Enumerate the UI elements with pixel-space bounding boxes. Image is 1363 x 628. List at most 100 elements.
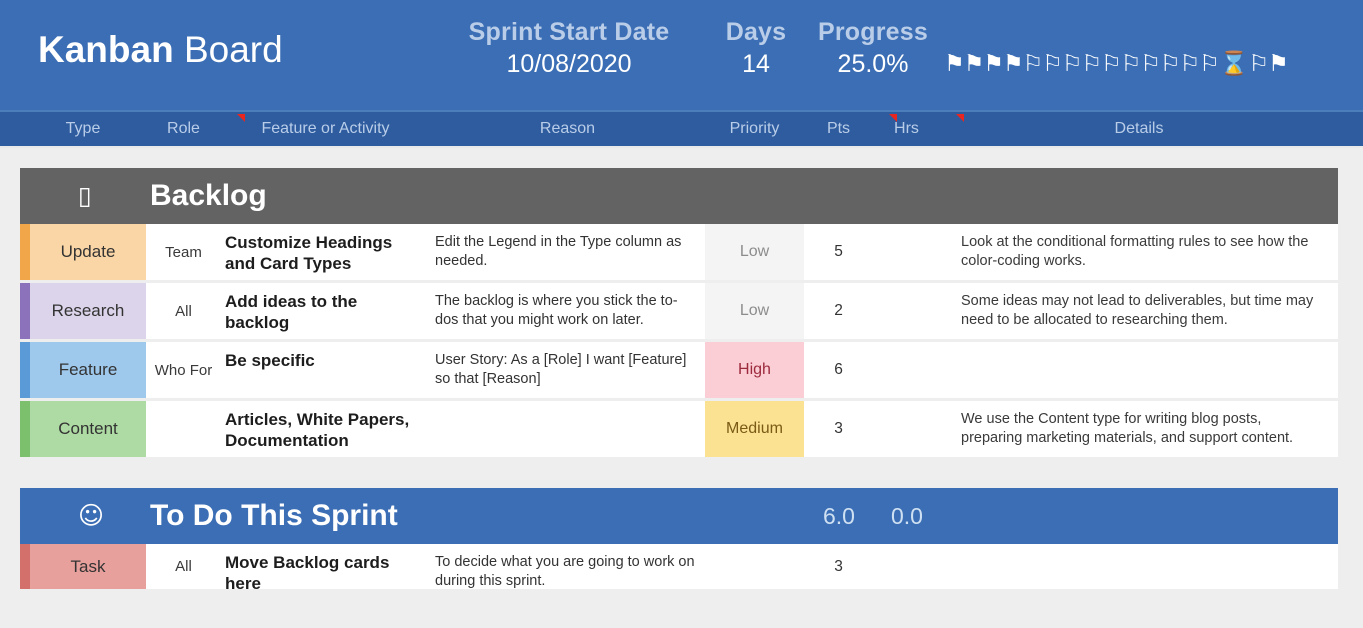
section-todo: ☺ To Do This Sprint 6.0 0.0 Task All Move Back… bbox=[20, 488, 1338, 589]
app-title-light: Board bbox=[183, 29, 283, 70]
card-type-cell[interactable]: Update bbox=[20, 224, 146, 280]
card-pts-cell[interactable]: 3 bbox=[804, 401, 873, 457]
card-row[interactable]: Feature Who For Be specific User Story: As … bbox=[20, 342, 1338, 401]
card-row[interactable]: Update Team Customize Headings and Card Ty… bbox=[20, 224, 1338, 283]
section-header-backlog[interactable]: ▯ Backlog bbox=[20, 168, 1338, 224]
column-header-role[interactable]: Role bbox=[146, 112, 221, 146]
card-feature-cell[interactable]: Move Backlog cards here bbox=[221, 544, 430, 589]
missing-glyph-icon: ▯ bbox=[78, 181, 92, 210]
card-feature-cell[interactable]: Customize Headings and Card Types bbox=[221, 224, 430, 280]
card-feature-cell[interactable]: Add ideas to the backlog bbox=[221, 283, 430, 339]
card-details-cell[interactable] bbox=[940, 342, 1338, 398]
card-type-cell[interactable]: Task bbox=[20, 544, 146, 589]
section-header-todo[interactable]: ☺ To Do This Sprint 6.0 0.0 bbox=[20, 488, 1338, 544]
card-details-cell[interactable] bbox=[940, 544, 1338, 589]
card-details-cell[interactable]: Look at the conditional formatting rules… bbox=[940, 224, 1338, 280]
days-kpi: Days 14 bbox=[700, 18, 812, 79]
card-pts-cell[interactable]: 3 bbox=[804, 544, 873, 589]
checkered-flag-icon: ⚐⚑ bbox=[1248, 51, 1288, 77]
progress-flag-empty: ⚐ bbox=[1159, 51, 1181, 77]
card-reason-cell[interactable] bbox=[430, 401, 705, 457]
app-title-strong: Kanban bbox=[38, 29, 174, 70]
sprint-start-date-kpi: Sprint Start Date 10/08/2020 bbox=[438, 18, 700, 79]
section-title: To Do This Sprint bbox=[150, 499, 398, 532]
progress-flag-bar: ⚑ ⚑ ⚑ ⚑ ⚐ ⚐ ⚐ ⚐ ⚐ ⚐ ⚐ ⚐ ⚐ ⚐ ⌛ ⚐⚑ bbox=[944, 47, 1289, 81]
card-hrs-cell[interactable] bbox=[873, 544, 940, 589]
progress-flag-empty: ⚐ bbox=[1101, 51, 1122, 77]
section-hrs-total: 0.0 bbox=[891, 503, 923, 529]
card-details-cell[interactable]: We use the Content type for writing blog… bbox=[940, 401, 1338, 457]
progress-flag-empty: ⚐ bbox=[1081, 51, 1102, 77]
card-priority-cell[interactable] bbox=[705, 544, 804, 589]
card-type-cell[interactable]: Feature bbox=[20, 342, 146, 398]
section-pts-total: 6.0 bbox=[823, 503, 855, 529]
days-value[interactable]: 14 bbox=[700, 50, 812, 79]
progress-flag-filled: ⚑ bbox=[1002, 51, 1024, 77]
hourglass-icon: ⌛ bbox=[1219, 51, 1249, 77]
card-reason-cell[interactable]: To decide what you are going to work on … bbox=[430, 544, 705, 589]
card-hrs-cell[interactable] bbox=[873, 224, 940, 280]
card-details-cell[interactable]: Some ideas may not lead to deliverables,… bbox=[940, 283, 1338, 339]
progress-flag-empty: ⚐ bbox=[1120, 51, 1142, 77]
section-pts-total bbox=[804, 168, 874, 224]
column-header-pts[interactable]: Pts bbox=[804, 112, 873, 146]
progress-flag-filled: ⚑ bbox=[983, 51, 1004, 77]
column-header-priority[interactable]: Priority bbox=[705, 112, 804, 146]
sprint-start-date-label: Sprint Start Date bbox=[468, 18, 670, 46]
progress-value: 25.0% bbox=[837, 49, 909, 78]
card-hrs-cell[interactable] bbox=[873, 283, 940, 339]
progress-label: Progress bbox=[818, 18, 928, 46]
card-role-cell[interactable]: Team bbox=[146, 224, 221, 280]
progress-flag-empty: ⚐ bbox=[1061, 51, 1083, 77]
card-priority-cell[interactable]: Low bbox=[705, 224, 804, 280]
card-hrs-cell[interactable] bbox=[873, 401, 940, 457]
progress-flag-filled: ⚑ bbox=[944, 51, 965, 77]
sprint-start-date-value[interactable]: 10/08/2020 bbox=[438, 50, 700, 79]
progress-kpi: Progress 25.0% bbox=[812, 18, 934, 79]
progress-flag-empty: ⚐ bbox=[1140, 51, 1161, 77]
card-role-cell[interactable]: All bbox=[146, 544, 221, 589]
column-header-details[interactable]: Details bbox=[940, 112, 1338, 146]
column-header-hrs[interactable]: Hrs bbox=[873, 112, 940, 146]
progress-flag-empty: ⚐ bbox=[1179, 51, 1201, 77]
card-feature-cell[interactable]: Articles, White Papers, Documentation bbox=[221, 401, 430, 457]
card-role-cell[interactable]: Who For bbox=[146, 342, 221, 398]
card-reason-cell[interactable]: Edit the Legend in the Type column as ne… bbox=[430, 224, 705, 280]
board-body: ▯ Backlog Update Team Customize Headings and… bbox=[0, 148, 1363, 628]
card-priority-cell[interactable]: Medium bbox=[705, 401, 804, 457]
card-type-cell[interactable]: Content bbox=[20, 401, 146, 457]
board-top-spacer bbox=[0, 148, 1363, 168]
card-row[interactable]: Content Articles, White Papers, Documenta… bbox=[20, 401, 1338, 460]
days-label: Days bbox=[725, 18, 787, 46]
column-header-row: Type Role Feature or Activity Reason Priorit… bbox=[0, 110, 1363, 148]
progress-flag-empty: ⚐ bbox=[1042, 51, 1063, 77]
column-header-feature-or-activity[interactable]: Feature or Activity bbox=[221, 112, 430, 146]
section-backlog: ▯ Backlog Update Team Customize Headings and… bbox=[20, 168, 1338, 460]
neutral-face-icon: ☺ bbox=[78, 501, 105, 530]
progress-flag-empty: ⚐ bbox=[1199, 51, 1220, 77]
column-header-type[interactable]: Type bbox=[20, 112, 146, 146]
card-reason-cell[interactable]: User Story: As a [Role] I want [Feature]… bbox=[430, 342, 705, 398]
card-row[interactable]: Task All Move Backlog cards here To decide … bbox=[20, 544, 1338, 589]
card-priority-cell[interactable]: High bbox=[705, 342, 804, 398]
card-feature-cell[interactable]: Be specific bbox=[221, 342, 430, 398]
kanban-board-app: Kanban Board Sprint Start Date 10/08/202… bbox=[0, 0, 1363, 628]
card-row[interactable]: Research All Add ideas to the backlog The b… bbox=[20, 283, 1338, 342]
section-title: Backlog bbox=[150, 179, 267, 212]
progress-flag-empty: ⚐ bbox=[1022, 51, 1044, 77]
card-pts-cell[interactable]: 5 bbox=[804, 224, 873, 280]
card-reason-cell[interactable]: The backlog is where you stick the to-do… bbox=[430, 283, 705, 339]
card-type-cell[interactable]: Research bbox=[20, 283, 146, 339]
card-pts-cell[interactable]: 6 bbox=[804, 342, 873, 398]
column-header-reason[interactable]: Reason bbox=[430, 112, 705, 146]
card-role-cell[interactable] bbox=[146, 401, 221, 457]
section-hrs-total bbox=[873, 168, 941, 224]
title-band: Kanban Board Sprint Start Date 10/08/202… bbox=[0, 0, 1363, 110]
app-title: Kanban Board bbox=[38, 27, 283, 73]
card-pts-cell[interactable]: 2 bbox=[804, 283, 873, 339]
progress-flag-filled: ⚑ bbox=[963, 51, 985, 77]
card-hrs-cell[interactable] bbox=[873, 342, 940, 398]
card-priority-cell[interactable]: Low bbox=[705, 283, 804, 339]
card-role-cell[interactable]: All bbox=[146, 283, 221, 339]
